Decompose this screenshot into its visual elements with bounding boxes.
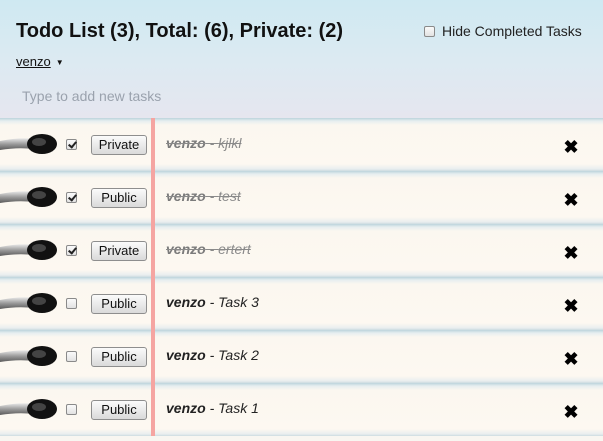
delete-task-icon[interactable]: ✖ (562, 138, 580, 156)
task-owner: venzo (166, 347, 206, 363)
task-complete-checkbox[interactable] (66, 298, 77, 309)
task-title: test (218, 188, 241, 204)
task-complete-checkbox[interactable] (66, 404, 77, 415)
task-text: venzo - ertert (166, 241, 251, 257)
binder-ring-icon (0, 398, 58, 422)
task-complete-checkbox[interactable] (66, 245, 77, 256)
privacy-toggle-button[interactable]: Public (91, 347, 147, 367)
task-title: Task 3 (218, 294, 259, 310)
task-row: Public venzo - Task 3 ✖ (0, 277, 603, 330)
binder-ring-icon (0, 133, 58, 157)
task-owner: venzo (166, 135, 206, 151)
margin-line (151, 383, 155, 436)
user-menu[interactable]: venzo ▼ (16, 54, 64, 69)
task-owner: venzo (166, 294, 206, 310)
chevron-down-icon: ▼ (55, 58, 64, 68)
delete-task-icon[interactable]: ✖ (562, 244, 580, 262)
header: Todo List (3), Total: (6), Private: (2) … (0, 0, 603, 120)
margin-line (151, 171, 155, 224)
privacy-toggle-button[interactable]: Public (91, 400, 147, 420)
delete-task-icon[interactable]: ✖ (562, 403, 580, 421)
task-separator: - (205, 347, 219, 363)
task-complete-checkbox[interactable] (66, 351, 77, 362)
binder-ring-icon (0, 186, 58, 210)
task-row: Private venzo - ertert ✖ (0, 224, 603, 277)
binder-ring-icon (0, 345, 58, 369)
new-task-input[interactable] (16, 84, 576, 108)
task-separator: - (205, 294, 219, 310)
task-title: Task 1 (218, 400, 259, 416)
task-text: venzo - Task 3 (166, 294, 259, 310)
margin-line (151, 330, 155, 383)
hide-completed-label: Hide Completed Tasks (442, 23, 582, 39)
user-name: venzo (16, 54, 51, 69)
hide-completed-toggle[interactable]: Hide Completed Tasks (424, 22, 582, 40)
task-separator: - (205, 135, 219, 151)
task-text: venzo - Task 2 (166, 347, 259, 363)
margin-line (151, 277, 155, 330)
task-separator: - (205, 188, 219, 204)
hide-completed-checkbox[interactable] (424, 25, 435, 37)
task-separator: - (205, 241, 219, 257)
task-text: venzo - Task 1 (166, 400, 259, 416)
delete-task-icon[interactable]: ✖ (562, 350, 580, 368)
delete-task-icon[interactable]: ✖ (562, 297, 580, 315)
privacy-toggle-button[interactable]: Public (91, 294, 147, 314)
binder-ring-icon (0, 292, 58, 316)
task-separator: - (205, 400, 219, 416)
task-title: ertert (218, 241, 251, 257)
task-row: Public venzo - Task 1 ✖ (0, 383, 603, 436)
task-title: Task 2 (218, 347, 259, 363)
task-list: Private venzo - kjlkl ✖ Public venzo - t… (0, 118, 603, 436)
task-row: Public venzo - test ✖ (0, 171, 603, 224)
privacy-toggle-button[interactable]: Private (91, 241, 147, 261)
task-row: Private venzo - kjlkl ✖ (0, 118, 603, 171)
margin-line (151, 224, 155, 277)
task-text: venzo - test (166, 188, 241, 204)
binder-ring-icon (0, 239, 58, 263)
page-title: Todo List (3), Total: (6), Private: (2) (16, 20, 344, 42)
privacy-toggle-button[interactable]: Private (91, 135, 147, 155)
task-owner: venzo (166, 188, 206, 204)
task-owner: venzo (166, 241, 206, 257)
task-complete-checkbox[interactable] (66, 139, 77, 150)
task-owner: venzo (166, 400, 206, 416)
task-complete-checkbox[interactable] (66, 192, 77, 203)
task-title: kjlkl (218, 135, 242, 151)
margin-line (151, 118, 155, 171)
task-row: Public venzo - Task 2 ✖ (0, 330, 603, 383)
task-text: venzo - kjlkl (166, 135, 241, 151)
delete-task-icon[interactable]: ✖ (562, 191, 580, 209)
privacy-toggle-button[interactable]: Public (91, 188, 147, 208)
